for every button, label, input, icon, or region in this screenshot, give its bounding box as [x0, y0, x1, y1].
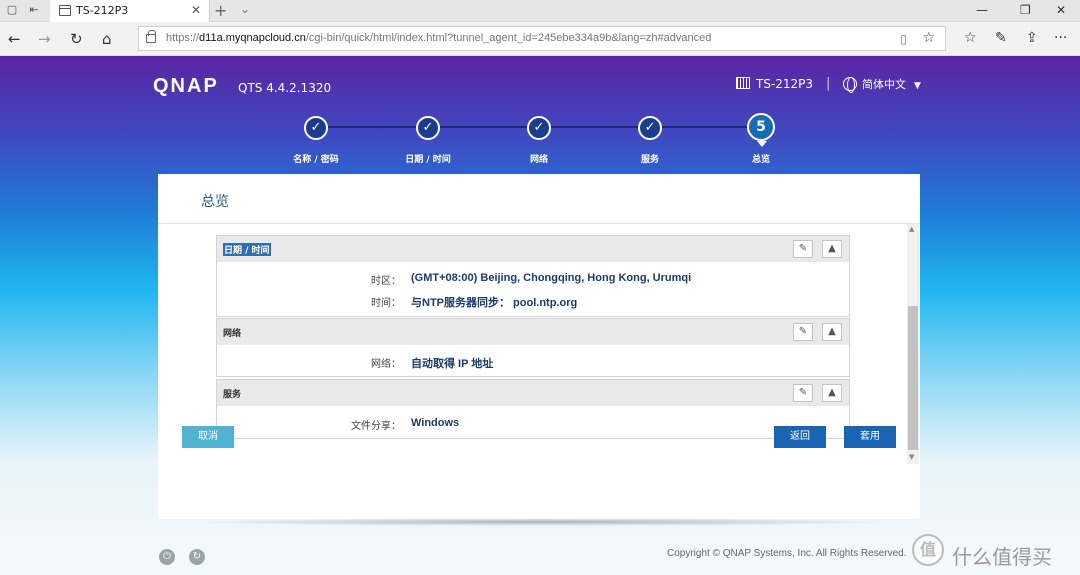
- restore-button[interactable]: ❐: [1020, 3, 1031, 17]
- close-tab-icon[interactable]: ✕: [191, 3, 201, 17]
- tab-title: TS-212P3: [76, 4, 129, 17]
- row-label: 文件分享：: [351, 421, 401, 432]
- favorite-star-icon[interactable]: ☆: [922, 30, 935, 46]
- refresh-icon[interactable]: ↻: [70, 30, 83, 48]
- section-network: 网络 ✎ ▲ 网络： 自动取得 IP 地址: [216, 318, 850, 377]
- refresh-circle-icon[interactable]: ↻: [189, 549, 205, 565]
- row-value: (GMT+08:00) Beijing, Chongqing, Hong Kon…: [411, 272, 692, 284]
- apply-button[interactable]: 套用: [844, 426, 896, 448]
- set-tabs-aside-icon[interactable]: ⇤: [26, 3, 42, 17]
- step-4-complete: ✓: [638, 116, 662, 140]
- step-2-complete: ✓: [416, 116, 440, 140]
- page-icon: [59, 5, 71, 16]
- step-1-complete: ✓: [304, 116, 328, 140]
- section-title: 网络: [223, 329, 242, 339]
- collapse-icon[interactable]: ▲: [822, 240, 842, 258]
- browser-tab[interactable]: TS-212P3 ✕: [50, 0, 210, 22]
- watermark-text: 什么值得买: [952, 545, 1052, 569]
- tab-dropdown-icon[interactable]: ⌄: [240, 2, 250, 16]
- watermark: 值 什么值得买: [910, 534, 1080, 574]
- url-text: https://d11a.myqnapcloud.cn/cgi-bin/quic…: [166, 32, 712, 44]
- section-title: 日期 / 时间: [223, 243, 271, 256]
- step-label-overview: 总览: [751, 155, 770, 165]
- minimize-button[interactable]: —: [976, 3, 988, 17]
- section-services: 服务 ✎ ▲ 文件分享： Windows: [216, 379, 850, 439]
- back-icon[interactable]: ←: [8, 30, 21, 48]
- section-header: 服务 ✎ ▲: [217, 380, 849, 406]
- edit-icon[interactable]: ✎: [793, 323, 813, 341]
- language-selector[interactable]: 简体中文 ▼: [843, 76, 921, 93]
- vertical-scrollbar[interactable]: ▲ ▼: [907, 224, 919, 464]
- reading-view-icon[interactable]: ▯: [900, 32, 907, 46]
- row-label: 时区：: [371, 276, 401, 287]
- forward-icon[interactable]: →: [38, 30, 51, 48]
- step-label-network: 网络: [529, 155, 548, 165]
- back-button[interactable]: 返回: [774, 426, 826, 448]
- qts-setup-page: QNAP QTS 4.4.2.1320 TS-212P3 | 简体中文 ▼ ✓ ✓…: [0, 56, 1080, 575]
- caret-down-icon: ▼: [914, 81, 921, 91]
- scroll-up-icon[interactable]: ▲: [909, 225, 914, 233]
- overview-card: 总览 日期 / 时间 ✎ ▲ 时区： (GMT+08:00) Beijing, …: [158, 174, 920, 519]
- copyright-text: Copyright © QNAP Systems, Inc. All Right…: [667, 548, 907, 559]
- section-header: 网络 ✎ ▲: [217, 319, 849, 345]
- share-icon[interactable]: ⇪: [1026, 30, 1038, 46]
- section-title: 服务: [223, 390, 242, 400]
- page-title: 总览: [201, 194, 229, 210]
- step-5-current: 5: [747, 113, 775, 147]
- browser-tab-strip: ▢ ⇤ TS-212P3 ✕ + ⌄ — ❐ ✕: [0, 0, 1080, 22]
- watermark-logo-icon: 值: [912, 534, 944, 566]
- qnap-logo: QNAP: [153, 75, 219, 97]
- address-bar[interactable]: https://d11a.myqnapcloud.cn/cgi-bin/quic…: [138, 26, 946, 51]
- web-note-icon[interactable]: ✎: [995, 30, 1007, 46]
- edit-icon[interactable]: ✎: [793, 240, 813, 258]
- summary-scroll-area[interactable]: 日期 / 时间 ✎ ▲ 时区： (GMT+08:00) Beijing, Cho…: [216, 224, 850, 463]
- new-tab-button[interactable]: +: [214, 1, 227, 20]
- home-icon[interactable]: ⌂: [102, 30, 112, 48]
- power-icon[interactable]: ⏻: [159, 549, 175, 565]
- step-label-date-time: 日期 / 时间: [405, 155, 451, 165]
- row-value: Windows: [411, 417, 460, 429]
- row-value: 与NTP服务器同步： pool.ntp.org: [411, 297, 578, 309]
- row-label: 时间：: [371, 298, 401, 309]
- header-separator: |: [826, 76, 831, 91]
- close-window-button[interactable]: ✕: [1056, 3, 1066, 17]
- row-value: 自动取得 IP 地址: [411, 358, 494, 370]
- step-label-name-password: 名称 / 密码: [293, 155, 339, 165]
- edit-icon[interactable]: ✎: [793, 384, 813, 402]
- favorites-hub-icon[interactable]: ☆: [964, 30, 977, 46]
- device-name: TS-212P3: [736, 77, 813, 91]
- firmware-version: QTS 4.4.2.1320: [238, 81, 332, 95]
- collapse-icon[interactable]: ▲: [822, 384, 842, 402]
- lock-icon: [146, 30, 156, 43]
- section-header: 日期 / 时间 ✎ ▲: [217, 236, 849, 262]
- globe-icon: [843, 77, 857, 93]
- section-date-time: 日期 / 时间 ✎ ▲ 时区： (GMT+08:00) Beijing, Cho…: [216, 235, 850, 317]
- step-3-complete: ✓: [527, 116, 551, 140]
- browser-nav-bar: ← → ↻ ⌂ https://d11a.myqnapcloud.cn/cgi-…: [0, 22, 1080, 56]
- tab-manager-icon[interactable]: ▢: [4, 3, 20, 17]
- card-shadow: [188, 518, 894, 526]
- collapse-icon[interactable]: ▲: [822, 323, 842, 341]
- more-icon[interactable]: ···: [1054, 30, 1067, 46]
- scroll-down-icon[interactable]: ▼: [909, 453, 914, 461]
- nas-icon: [736, 77, 750, 89]
- cancel-button[interactable]: 取消: [182, 426, 234, 448]
- row-label: 网络：: [371, 359, 401, 370]
- step-label-services: 服务: [640, 155, 659, 165]
- scrollbar-thumb[interactable]: [908, 306, 918, 450]
